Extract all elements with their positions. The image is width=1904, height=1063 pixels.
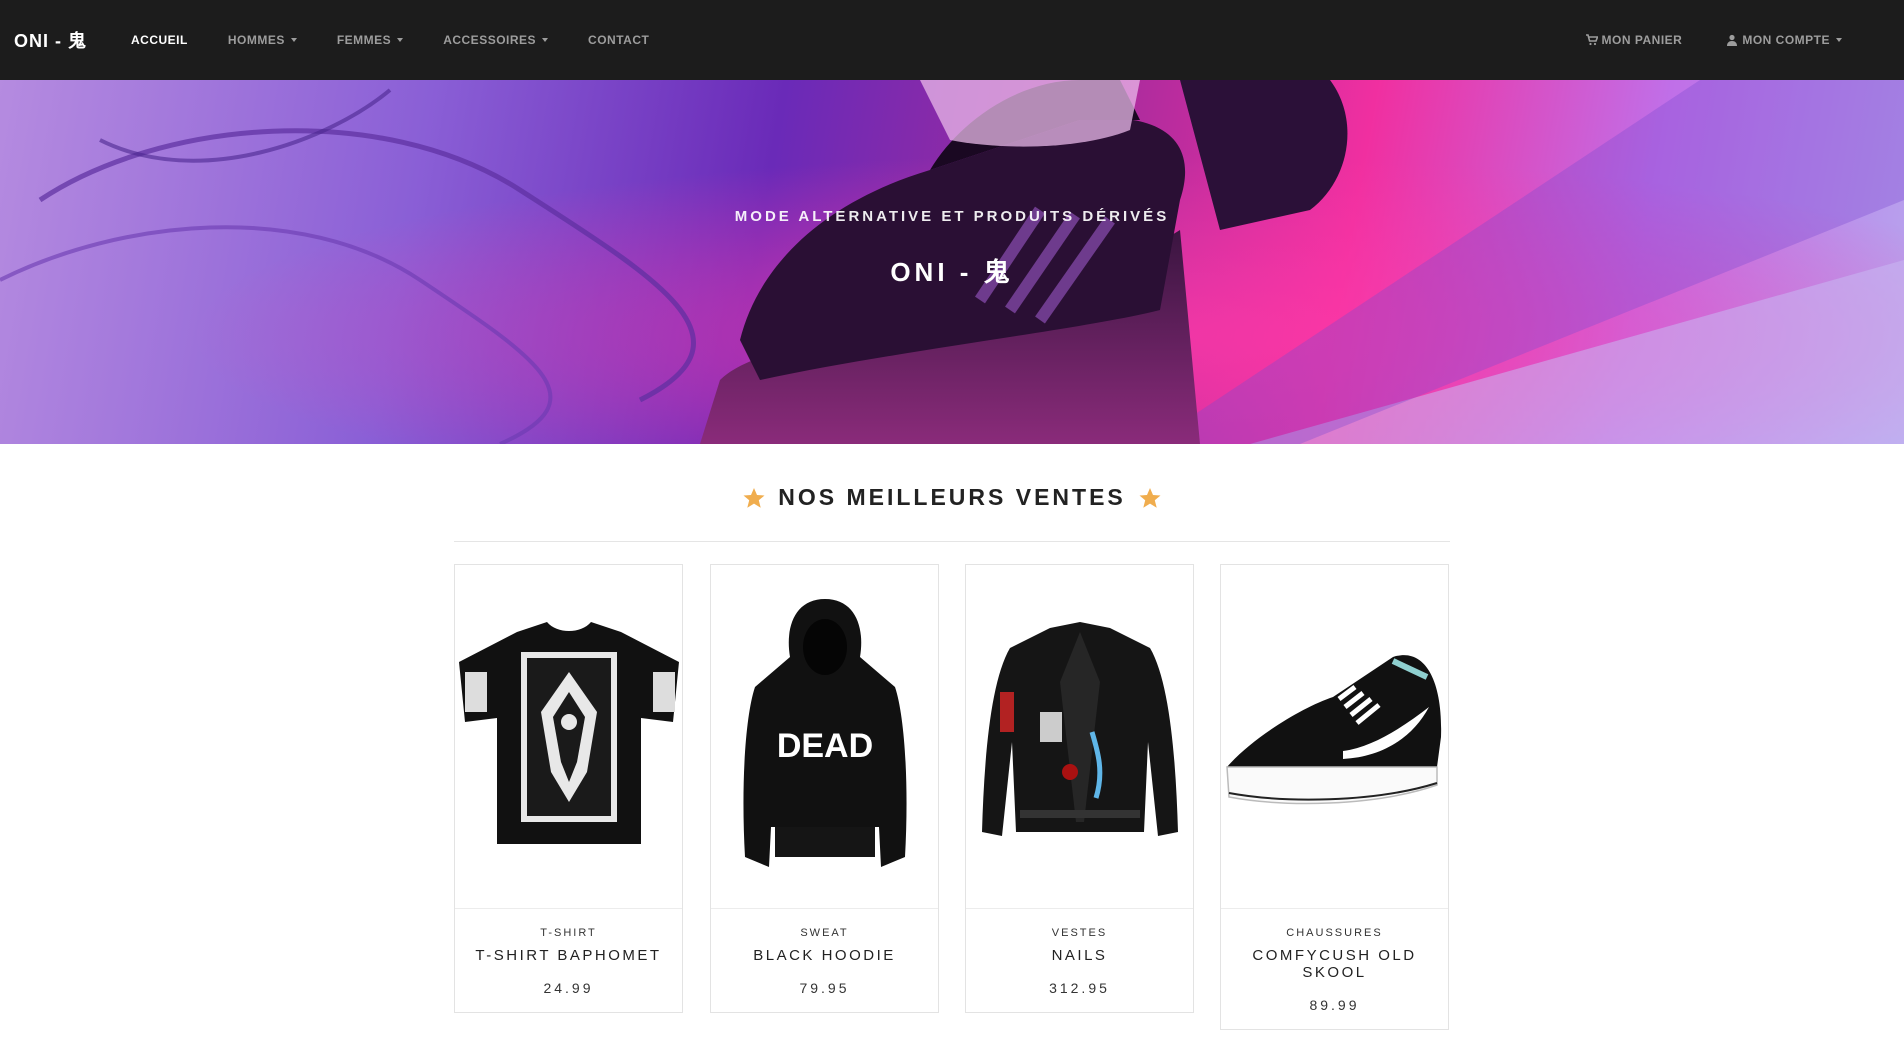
star-icon — [1139, 487, 1161, 508]
nav-right-group: MON PANIER MON COMPTE — [1564, 33, 1864, 47]
nav-femmes-dropdown[interactable]: FEMMES — [317, 33, 423, 47]
product-image-jacket[interactable] — [966, 565, 1193, 909]
nav-accessoires-dropdown[interactable]: ACCESSOIRES — [423, 33, 568, 47]
product-name[interactable]: BLACK HOODIE — [721, 947, 928, 964]
bestsellers-title: NOS MEILLEURS VENTES — [778, 484, 1126, 510]
product-category: T-SHIRT — [540, 927, 597, 939]
hero-title: ONI - 鬼 — [890, 257, 1014, 287]
product-card[interactable]: CHAUSSURES COMFYCUSH OLD SKOOL 89.99 — [1220, 564, 1449, 1030]
hoodie-image: DEAD — [742, 598, 907, 867]
nav-contact[interactable]: CONTACT — [568, 33, 669, 47]
product-price: 312.95 — [1049, 980, 1110, 996]
top-navbar: ONI - 鬼 ACCUEIL HOMMES FEMMES ACCESSOIRE… — [0, 0, 1904, 80]
caret-down-icon — [397, 38, 404, 42]
account-label: MON COMPTE — [1742, 33, 1830, 47]
section-divider — [454, 541, 1450, 542]
cart-link[interactable]: MON PANIER — [1564, 33, 1705, 47]
product-price: 24.99 — [543, 980, 594, 996]
product-price: 79.95 — [799, 980, 850, 996]
sneaker-image — [1225, 654, 1441, 804]
nav-femmes-label: FEMMES — [336, 33, 392, 47]
hero-banner: MODE ALTERNATIVE ET PRODUITS DÉRIVÉS ONI… — [0, 80, 1904, 444]
cart-label: MON PANIER — [1601, 33, 1683, 47]
nav-contact-label: CONTACT — [588, 33, 650, 47]
product-category: SWEAT — [800, 927, 849, 939]
caret-down-icon — [542, 38, 549, 42]
caret-down-icon — [1836, 38, 1842, 42]
leather-jacket-image — [981, 621, 1178, 836]
product-image-tshirt[interactable] — [455, 565, 682, 909]
user-icon — [1727, 34, 1738, 46]
product-name[interactable]: NAILS — [976, 947, 1183, 964]
product-image-sneaker[interactable] — [1221, 565, 1448, 909]
hero-subtitle: MODE ALTERNATIVE ET PRODUITS DÉRIVÉS — [734, 208, 1170, 225]
product-price: 89.99 — [1309, 997, 1360, 1013]
bestsellers-heading: NOS MEILLEURS VENTES — [0, 484, 1904, 511]
nav-accueil-label: ACCUEIL — [131, 33, 188, 47]
shopping-cart-icon — [1585, 34, 1598, 46]
product-image-hoodie[interactable]: DEAD — [711, 565, 938, 909]
product-card[interactable]: T-SHIRT T-SHIRT BAPHOMET 24.99 — [454, 564, 683, 1013]
account-dropdown[interactable]: MON COMPTE — [1704, 33, 1864, 47]
product-category: CHAUSSURES — [1286, 927, 1383, 939]
tshirt-image — [458, 621, 679, 844]
caret-down-icon — [290, 38, 297, 42]
product-card[interactable]: VESTES NAILS 312.95 — [965, 564, 1194, 1013]
product-name[interactable]: T-SHIRT BAPHOMET — [465, 947, 672, 964]
product-name[interactable]: COMFYCUSH OLD SKOOL — [1231, 947, 1438, 981]
nav-accessoires-label: ACCESSOIRES — [443, 33, 537, 47]
product-category: VESTES — [1051, 927, 1108, 939]
nav-hommes-dropdown[interactable]: HOMMES — [208, 33, 317, 47]
hoodie-print-text: DEAD — [776, 727, 872, 765]
star-icon — [743, 487, 765, 508]
brand-logo[interactable]: ONI - 鬼 — [14, 27, 87, 53]
product-card[interactable]: DEAD SWEAT BLACK HOODIE 79.95 — [710, 564, 939, 1013]
nav-hommes-label: HOMMES — [227, 33, 285, 47]
nav-accueil[interactable]: ACCUEIL — [111, 33, 208, 47]
